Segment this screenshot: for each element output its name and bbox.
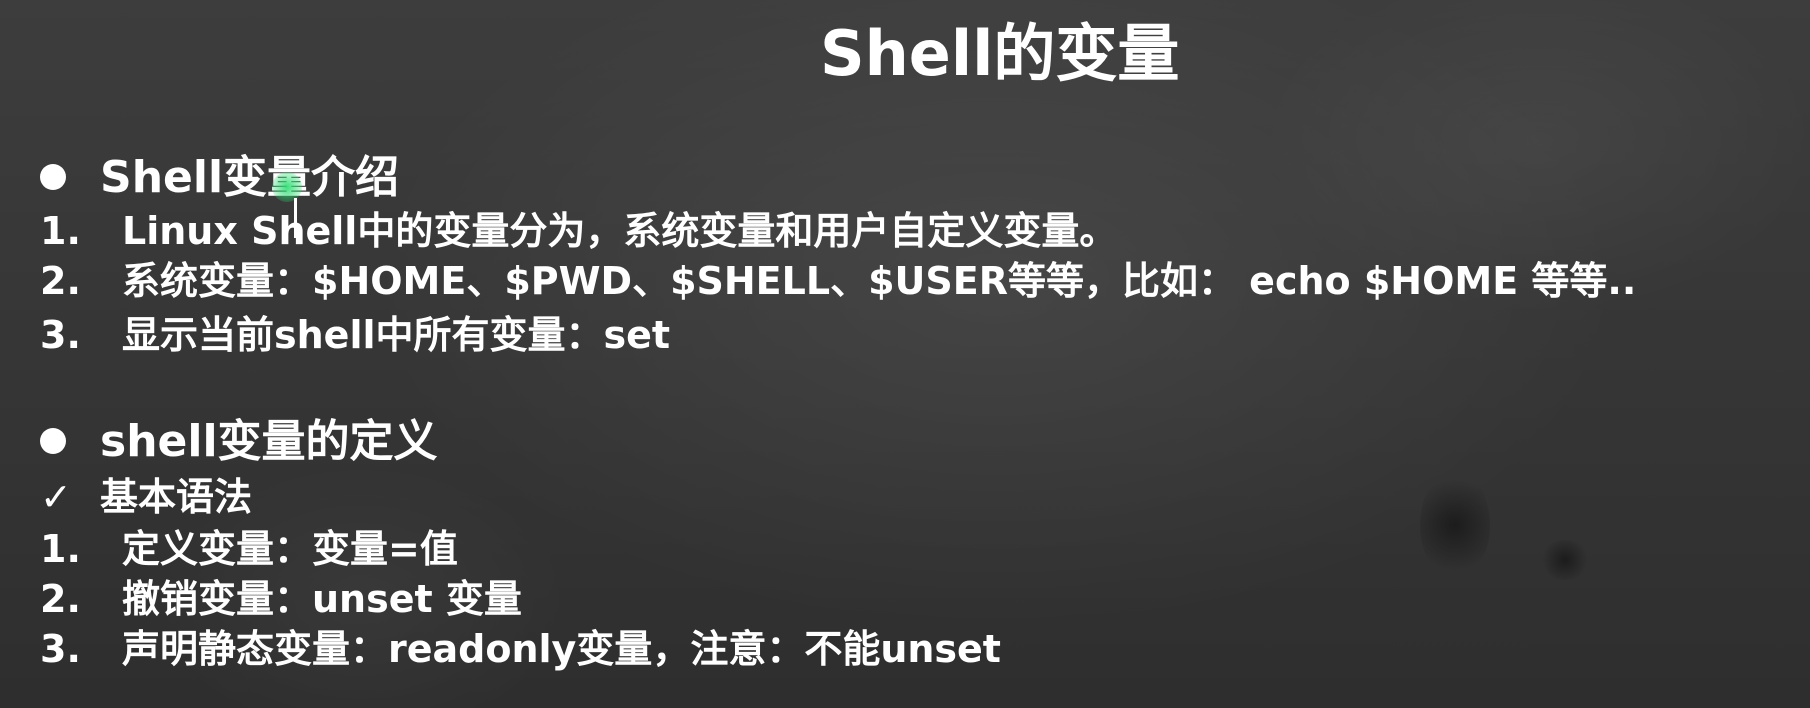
list-item-number: 1. (40, 527, 81, 571)
bullet-dot-icon (40, 428, 66, 454)
list-item: 2. 系统变量：$HOME、$PWD、$SHELL、$USER等等，比如： ech… (40, 256, 1636, 306)
pointer-highlight-icon (272, 172, 302, 202)
section-heading-definition-text: shell变量的定义 (100, 416, 438, 467)
slide-title: Shell的变量 (820, 17, 1180, 90)
list-item: 1. Linux Shell中的变量分为，系统变量和用户自定义变量。 (40, 206, 1117, 256)
section-heading-intro-text: Shell变量介绍 (100, 152, 400, 203)
list-item: 3. 显示当前shell中所有变量：set (40, 310, 670, 360)
checkmark-icon: ✓ (40, 475, 72, 519)
list-item-number: 3. (40, 627, 81, 671)
list-item-text: 定义变量：变量=值 (122, 527, 458, 571)
list-item-number: 2. (40, 259, 81, 303)
text-cursor-icon (294, 198, 297, 238)
list-item-number: 1. (40, 209, 81, 253)
list-item: 1. 定义变量：变量=值 (40, 524, 458, 574)
list-item: 3. 声明静态变量：readonly变量，注意：不能unset (40, 624, 1001, 674)
list-item-text: 系统变量：$HOME、$PWD、$SHELL、$USER等等，比如： echo … (122, 259, 1637, 303)
list-item-number: 2. (40, 577, 81, 621)
bullet-dot-icon (40, 164, 66, 190)
list-item-number: 3. (40, 313, 81, 357)
list-item-text: 显示当前shell中所有变量：set (122, 313, 671, 357)
list-item-text: 撤销变量：unset 变量 (122, 577, 522, 621)
chalk-smudge (1540, 540, 1590, 580)
chalkboard-slide: Shell的变量 Shell变量介绍 1. Linux Shell中的变量分为，系… (0, 0, 1810, 708)
section-heading-definition: shell变量的定义 (40, 414, 438, 470)
list-item-text: Linux Shell中的变量分为，系统变量和用户自定义变量。 (122, 209, 1118, 253)
subheading: ✓ 基本语法 (40, 472, 252, 522)
list-item-text: 声明静态变量：readonly变量，注意：不能unset (122, 627, 1001, 671)
list-item: 2. 撤销变量：unset 变量 (40, 574, 522, 624)
subheading-text: 基本语法 (100, 475, 253, 519)
chalk-smudge (1420, 470, 1490, 580)
section-heading-intro: Shell变量介绍 (40, 150, 399, 206)
